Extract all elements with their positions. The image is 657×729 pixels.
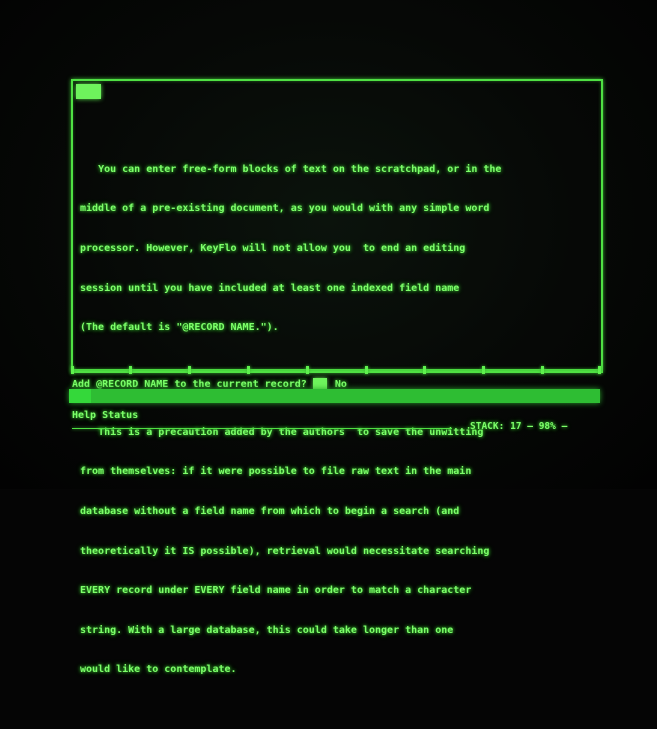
text-line: string. With a large database, this coul…: [80, 624, 585, 637]
line-text: session until you have included at least…: [80, 282, 460, 294]
text-line: middle of a pre-existing document, as yo…: [80, 202, 585, 215]
tab-stop-marker: [541, 366, 544, 374]
status-indicator: STACK: 17 — 98% —: [470, 421, 568, 432]
text-line: processor. However, KeyFlo will not allo…: [80, 242, 585, 255]
text-line: from themselves: if it were possible to …: [80, 465, 585, 478]
tab-stop-marker: [482, 366, 485, 374]
text-cursor-block: [76, 84, 101, 99]
prompt-yes-option[interactable]: [312, 378, 327, 389]
tab-stop-marker: [247, 366, 250, 374]
line-text: processor. However, KeyFlo will not allo…: [80, 243, 466, 255]
crt-screen: You can enter free-form blocks of text o…: [0, 0, 657, 675]
paragraph-1: You can enter free-form blocks of text o…: [80, 136, 585, 360]
stack-value: 17: [510, 421, 522, 432]
percent-value: 98%: [538, 421, 556, 432]
line-text: database without a field name from which…: [80, 505, 460, 517]
line-text: (The default is "@RECORD NAME.").: [80, 322, 279, 334]
line-text: from themselves: if it were possible to …: [80, 466, 472, 478]
document-text-area[interactable]: You can enter free-form blocks of text o…: [80, 110, 585, 729]
paragraph-2: This is a precaution added by the author…: [80, 399, 585, 703]
text-line: You can enter free-form blocks of text o…: [80, 163, 585, 176]
stack-label: STACK:: [470, 421, 505, 432]
text-line: database without a field name from which…: [80, 505, 585, 518]
text-line: theoretically it IS possible), retrieval…: [80, 545, 585, 558]
text-line: session until you have included at least…: [80, 282, 585, 295]
text-line: EVERY record under EVERY field name in o…: [80, 584, 585, 597]
tab-stop-marker: [188, 366, 191, 374]
tab-stop-marker: [71, 366, 74, 374]
line-text: string. With a large database, this coul…: [80, 624, 454, 636]
tab-stop-marker: [598, 366, 601, 374]
tab-stop-marker: [423, 366, 426, 374]
status-separator-left: [72, 428, 452, 429]
line-text: EVERY record under EVERY field name in o…: [80, 585, 472, 597]
line-text: You can enter free-form blocks of text o…: [98, 163, 502, 175]
tab-ruler: [71, 366, 603, 376]
help-status-line[interactable]: Help Status: [72, 410, 138, 421]
text-line: (The default is "@RECORD NAME.").: [80, 321, 585, 334]
line-text: theoretically it IS possible), retrieval…: [80, 545, 490, 557]
tab-stop-marker: [306, 366, 309, 374]
line-text: would like to contemplate.: [80, 664, 237, 676]
line-text: middle of a pre-existing document, as yo…: [80, 203, 490, 215]
tab-stop-marker: [365, 366, 368, 374]
command-bar-cursor: [69, 389, 91, 403]
command-input-bar[interactable]: [69, 389, 600, 403]
text-line: would like to contemplate.: [80, 663, 585, 676]
tab-stop-marker: [129, 366, 132, 374]
